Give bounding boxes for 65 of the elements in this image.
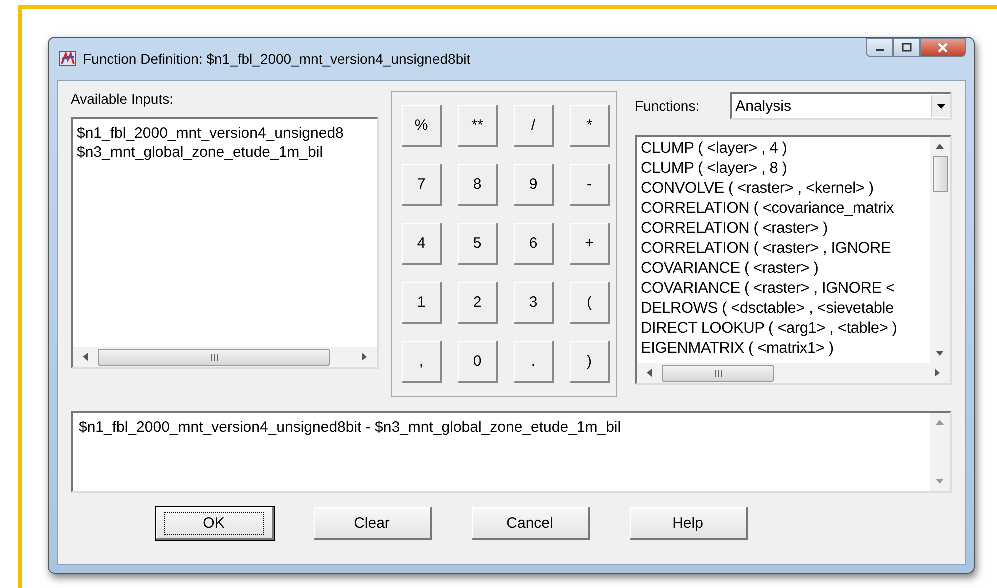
- keypad-key[interactable]: **: [458, 105, 498, 147]
- scroll-thumb[interactable]: [98, 348, 330, 366]
- scroll-left-icon[interactable]: [647, 369, 652, 377]
- function-item[interactable]: DELROWS ( <dsctable> , <sievetable: [641, 299, 926, 319]
- keypad-key[interactable]: 8: [458, 164, 498, 206]
- keypad-key[interactable]: 0: [458, 341, 498, 383]
- keypad-key[interactable]: +: [570, 223, 610, 265]
- dropdown-arrow-icon: [936, 104, 946, 108]
- function-item[interactable]: CORRELATION ( <raster> ): [641, 219, 926, 239]
- close-button[interactable]: [920, 38, 966, 57]
- vertical-scrollbar[interactable]: [930, 137, 950, 363]
- functions-list[interactable]: [635, 135, 952, 385]
- grip-icon: [210, 354, 218, 360]
- inputs-list[interactable]: $n1_fbl_2000_mnt_version4_unsigned8 $n3_mnt_global_zone_etude_1m_bil: [71, 117, 379, 369]
- keypad-key[interactable]: ): [570, 341, 610, 383]
- function-item[interactable]: CLUMP ( <layer> , 8 ): [641, 159, 926, 179]
- scroll-down-icon[interactable]: [936, 351, 944, 356]
- keypad-key[interactable]: 7: [402, 164, 442, 206]
- maximize-icon: [902, 43, 912, 52]
- function-item[interactable]: COVARIANCE ( <raster> , IGNORE <: [641, 279, 926, 299]
- app-icon: [59, 51, 77, 67]
- scroll-right-icon[interactable]: [362, 353, 367, 361]
- keypad-key[interactable]: 4: [402, 223, 442, 265]
- dialog-button[interactable]: Cancel: [472, 507, 590, 540]
- scroll-thumb[interactable]: [932, 156, 948, 192]
- dialog-button[interactable]: Help: [630, 507, 748, 540]
- function-item[interactable]: DIRECT LOOKUP ( <arg1> , <table> ): [641, 319, 926, 339]
- functions-dropdown[interactable]: Analysis: [730, 92, 952, 120]
- keypad-key[interactable]: 5: [458, 223, 498, 265]
- maximize-button[interactable]: [893, 38, 920, 57]
- keypad-key[interactable]: (: [570, 282, 610, 324]
- input-item[interactable]: $n1_fbl_2000_mnt_version4_unsigned8: [77, 124, 373, 143]
- keypad-key[interactable]: 1: [402, 282, 442, 324]
- available-inputs-label: Available Inputs:: [71, 91, 174, 107]
- functions-label: Functions:: [635, 98, 700, 114]
- keypad-key[interactable]: .: [514, 341, 554, 383]
- dialog-button[interactable]: OK: [156, 507, 274, 540]
- scroll-left-icon[interactable]: [83, 353, 88, 361]
- keypad-key[interactable]: %: [402, 105, 442, 147]
- scroll-up-icon[interactable]: [936, 144, 944, 149]
- close-icon: [937, 42, 949, 52]
- window-title: Function Definition: $n1_fbl_2000_mnt_version4_unsigned8bit: [83, 51, 471, 67]
- keypad-key[interactable]: ,: [402, 341, 442, 383]
- keypad-key[interactable]: 3: [514, 282, 554, 324]
- expression-field[interactable]: $n1_fbl_2000_mnt_version4_unsigned8bit - $n3_mnt_global_zone_etude_1m_bil: [71, 411, 952, 493]
- minimize-button[interactable]: [866, 38, 893, 57]
- horizontal-scrollbar[interactable]: [637, 363, 950, 383]
- function-item[interactable]: COVARIANCE ( <raster> ): [641, 259, 926, 279]
- input-item[interactable]: $n3_mnt_global_zone_etude_1m_bil: [77, 143, 373, 162]
- function-item[interactable]: EIGENMATRIX ( <matrix1> ): [641, 339, 926, 359]
- function-item[interactable]: CORRELATION ( <covariance_matrix: [641, 199, 926, 219]
- keypad-key[interactable]: 9: [514, 164, 554, 206]
- keypad-key[interactable]: -: [570, 164, 610, 206]
- function-item[interactable]: CLUMP ( <layer> , 4 ): [641, 139, 926, 159]
- keypad-key[interactable]: /: [514, 105, 554, 147]
- scroll-thumb[interactable]: [662, 364, 774, 382]
- function-item[interactable]: CONVOLVE ( <raster> , <kernel> ): [641, 179, 926, 199]
- dialog-button[interactable]: Clear: [314, 507, 432, 540]
- scroll-right-icon[interactable]: [935, 369, 940, 377]
- keypad-key[interactable]: 2: [458, 282, 498, 324]
- grip-icon: [714, 370, 722, 376]
- horizontal-scrollbar[interactable]: [73, 347, 377, 367]
- keypad-key[interactable]: *: [570, 105, 610, 147]
- keypad-key[interactable]: 6: [514, 223, 554, 265]
- function-item[interactable]: CORRELATION ( <raster> , IGNORE: [641, 239, 926, 259]
